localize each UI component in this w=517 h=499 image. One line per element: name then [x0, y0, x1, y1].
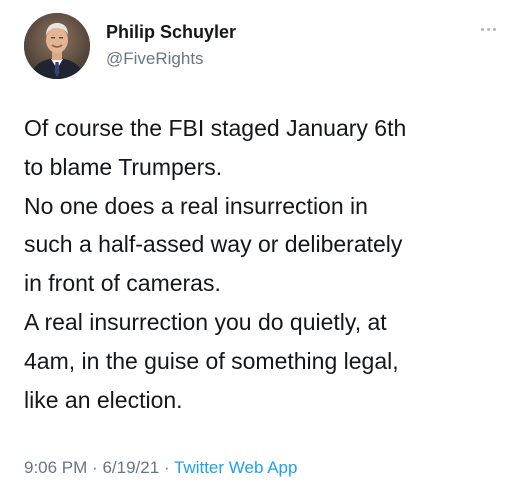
- meta-separator: ·: [163, 458, 174, 477]
- avatar[interactable]: [24, 13, 90, 79]
- tweet-meta: 9:06 PM · 6/19/21 · Twitter Web App: [24, 457, 297, 479]
- tweet-source-link[interactable]: Twitter Web App: [174, 458, 297, 477]
- tweet-text-line: 4am, in the guise of something legal,: [24, 347, 399, 374]
- meta-separator: ·: [92, 458, 103, 477]
- tweet-text: Of course the FBI staged January 6th to …: [24, 109, 510, 419]
- tweet-text-line: in front of cameras.: [24, 270, 221, 297]
- more-options-button[interactable]: [477, 22, 499, 36]
- tweet-text-line: Of course the FBI staged January 6th: [24, 115, 407, 141]
- tweet-card: Philip Schuyler @FiveRights Of course th…: [0, 0, 517, 499]
- more-dot-icon: [480, 27, 484, 31]
- display-name[interactable]: Philip Schuyler: [106, 21, 236, 43]
- tweet-date[interactable]: 6/19/21: [102, 458, 159, 477]
- profile-photo-icon: [24, 13, 90, 79]
- tweet-text-line: to blame Trumpers.: [24, 153, 223, 180]
- tweet-text-line: like an election.: [24, 386, 183, 413]
- tweet-text-line: such a half-assed way or deliberately: [24, 231, 403, 258]
- tweet-text-line: A real insurrection you do quietly, at: [24, 308, 387, 335]
- more-dot-icon: [486, 27, 490, 31]
- user-handle[interactable]: @FiveRights: [106, 48, 204, 70]
- tweet-time[interactable]: 9:06 PM: [24, 458, 87, 477]
- tweet-text-line: No one does a real insurrection in: [24, 192, 368, 219]
- more-dot-icon: [492, 27, 496, 31]
